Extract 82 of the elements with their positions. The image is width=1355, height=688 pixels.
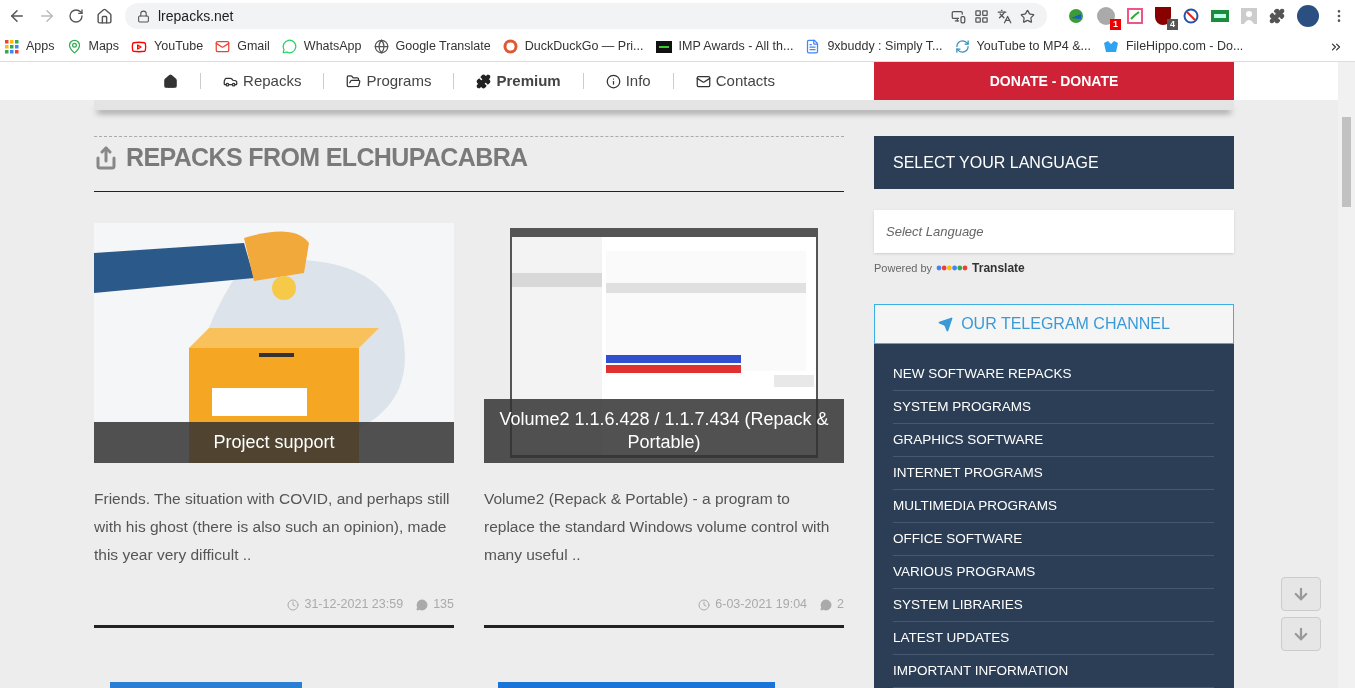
scrollbar[interactable] [1338, 62, 1355, 688]
post-date: 31-12-2021 23:59 [304, 596, 404, 614]
category-link[interactable]: VARIOUS PROGRAMS [893, 561, 1036, 583]
bookmark-link[interactable]: FileHippo.com - Do... [1125, 37, 1244, 56]
comment-icon [416, 598, 429, 611]
mail-icon [215, 39, 231, 54]
post-title[interactable]: Project support [106, 431, 442, 455]
home-icon[interactable] [96, 7, 113, 25]
bookmark-link[interactable]: WhatsApp [303, 37, 362, 56]
clock-icon [698, 598, 711, 611]
nav-link[interactable]: Info [605, 69, 651, 93]
mail-icon [695, 73, 711, 89]
info-icon [605, 73, 621, 89]
document-icon [805, 39, 821, 54]
extensions-icon[interactable] [1269, 8, 1285, 24]
arrow-down-icon [1292, 625, 1310, 643]
notification-badge: 1 [1110, 19, 1121, 30]
category-link[interactable]: SYSTEM PROGRAMS [893, 396, 1032, 418]
shield-extension-icon[interactable] [1155, 7, 1171, 25]
google-logo-icon [936, 263, 969, 273]
nav-link[interactable]: Programs [346, 69, 432, 93]
powered-by-text: Powered by [874, 260, 933, 276]
arrow-down-icon [1292, 585, 1310, 603]
post-thumbnail[interactable] [498, 682, 775, 688]
device-icon[interactable] [951, 8, 966, 24]
comment-icon [820, 598, 833, 611]
lock-icon [137, 9, 150, 23]
avatar-icon[interactable] [1297, 5, 1319, 27]
chat-icon [281, 39, 297, 54]
category-link[interactable]: MULTIMEDIA PROGRAMS [893, 495, 1058, 517]
post-thumbnail[interactable] [110, 682, 302, 688]
category-link[interactable]: INTERNET PROGRAMS [893, 462, 1043, 484]
comment-count: 135 [433, 596, 454, 614]
home-icon [163, 73, 179, 89]
bookmark-link[interactable]: YouTube to MP4 &... [976, 37, 1091, 56]
post-thumbnail[interactable]: Project support [94, 223, 454, 464]
block-icon[interactable] [1183, 8, 1199, 24]
post-date: 6-03-2021 19:04 [715, 596, 808, 614]
send-icon [938, 316, 954, 332]
reload-icon[interactable] [68, 8, 84, 24]
address-bar[interactable]: lrepacks.net [125, 3, 1047, 29]
grid-icon[interactable] [974, 8, 989, 24]
category-link[interactable]: NEW SOFTWARE REPACKS [893, 363, 1072, 385]
translate-icon[interactable] [997, 8, 1012, 24]
folder-icon [346, 73, 362, 89]
clock-icon [287, 598, 300, 611]
post-excerpt: Friends. The situation with COVID, and perhaps still with his ghost (there is also such an opinion), made this year very difficult .. [94, 489, 451, 566]
nav-link[interactable]: Contacts [695, 69, 775, 93]
post-title[interactable]: Volume2 1.1.6.428 / 1.1.7.434 (Repack & Portable) [496, 408, 832, 455]
globe-icon [373, 39, 389, 54]
category-link[interactable]: GRAPHICS SOFTWARE [893, 429, 1044, 451]
post-excerpt: Volume2 (Repack & Portable) - a program to replace the standard Windows volume control with many useful .. [484, 489, 831, 566]
chart-extension-icon[interactable] [1127, 8, 1143, 24]
comment-count: 2 [837, 596, 844, 614]
section-title: REPACKS FROM ELCHUPACABRA [126, 142, 528, 173]
bookmark-star-icon[interactable] [1020, 8, 1035, 24]
language-select[interactable]: Select Language [874, 210, 1234, 253]
puzzle-icon [476, 73, 492, 89]
bookmark-link[interactable]: 9xbuddy : Simply T... [827, 37, 943, 56]
apps-icon [5, 39, 19, 54]
nav-link[interactable]: Premium [476, 69, 561, 93]
category-link[interactable]: SYSTEM LIBRARIES [893, 594, 1023, 616]
bookmark-link[interactable]: YouTube [154, 37, 204, 56]
category-link[interactable]: IMPORTANT INFORMATION [893, 660, 1069, 682]
map-pin-icon [66, 39, 82, 54]
category-link[interactable]: LATEST UPDATES [893, 627, 1010, 649]
translate-link[interactable]: Translate [972, 259, 1025, 277]
notification-badge: 4 [1167, 19, 1178, 30]
bookmark-link[interactable]: DuckDuckGo — Pri... [524, 37, 644, 56]
bookmark-link[interactable]: Apps [26, 37, 55, 56]
bookmark-link[interactable]: Google Translate [395, 37, 491, 56]
nav-link[interactable]: Repacks [223, 69, 302, 93]
post-thumbnail[interactable]: Volume2 1.1.6.428 / 1.1.7.434 (Repack & Portable) [484, 223, 844, 464]
bookmark-link[interactable]: Maps [88, 37, 120, 56]
sync-icon [954, 39, 970, 54]
bookmark-link[interactable]: IMP Awards - All th... [678, 37, 794, 56]
category-link[interactable]: OFFICE SOFTWARE [893, 528, 1023, 550]
bookmark-link[interactable]: Gmail [237, 37, 270, 56]
language-header: SELECT YOUR LANGUAGE [874, 136, 1234, 189]
nav-link[interactable] [163, 73, 179, 89]
back-icon[interactable] [8, 7, 26, 25]
donate-button[interactable]: DONATE - DONATE [874, 62, 1234, 100]
